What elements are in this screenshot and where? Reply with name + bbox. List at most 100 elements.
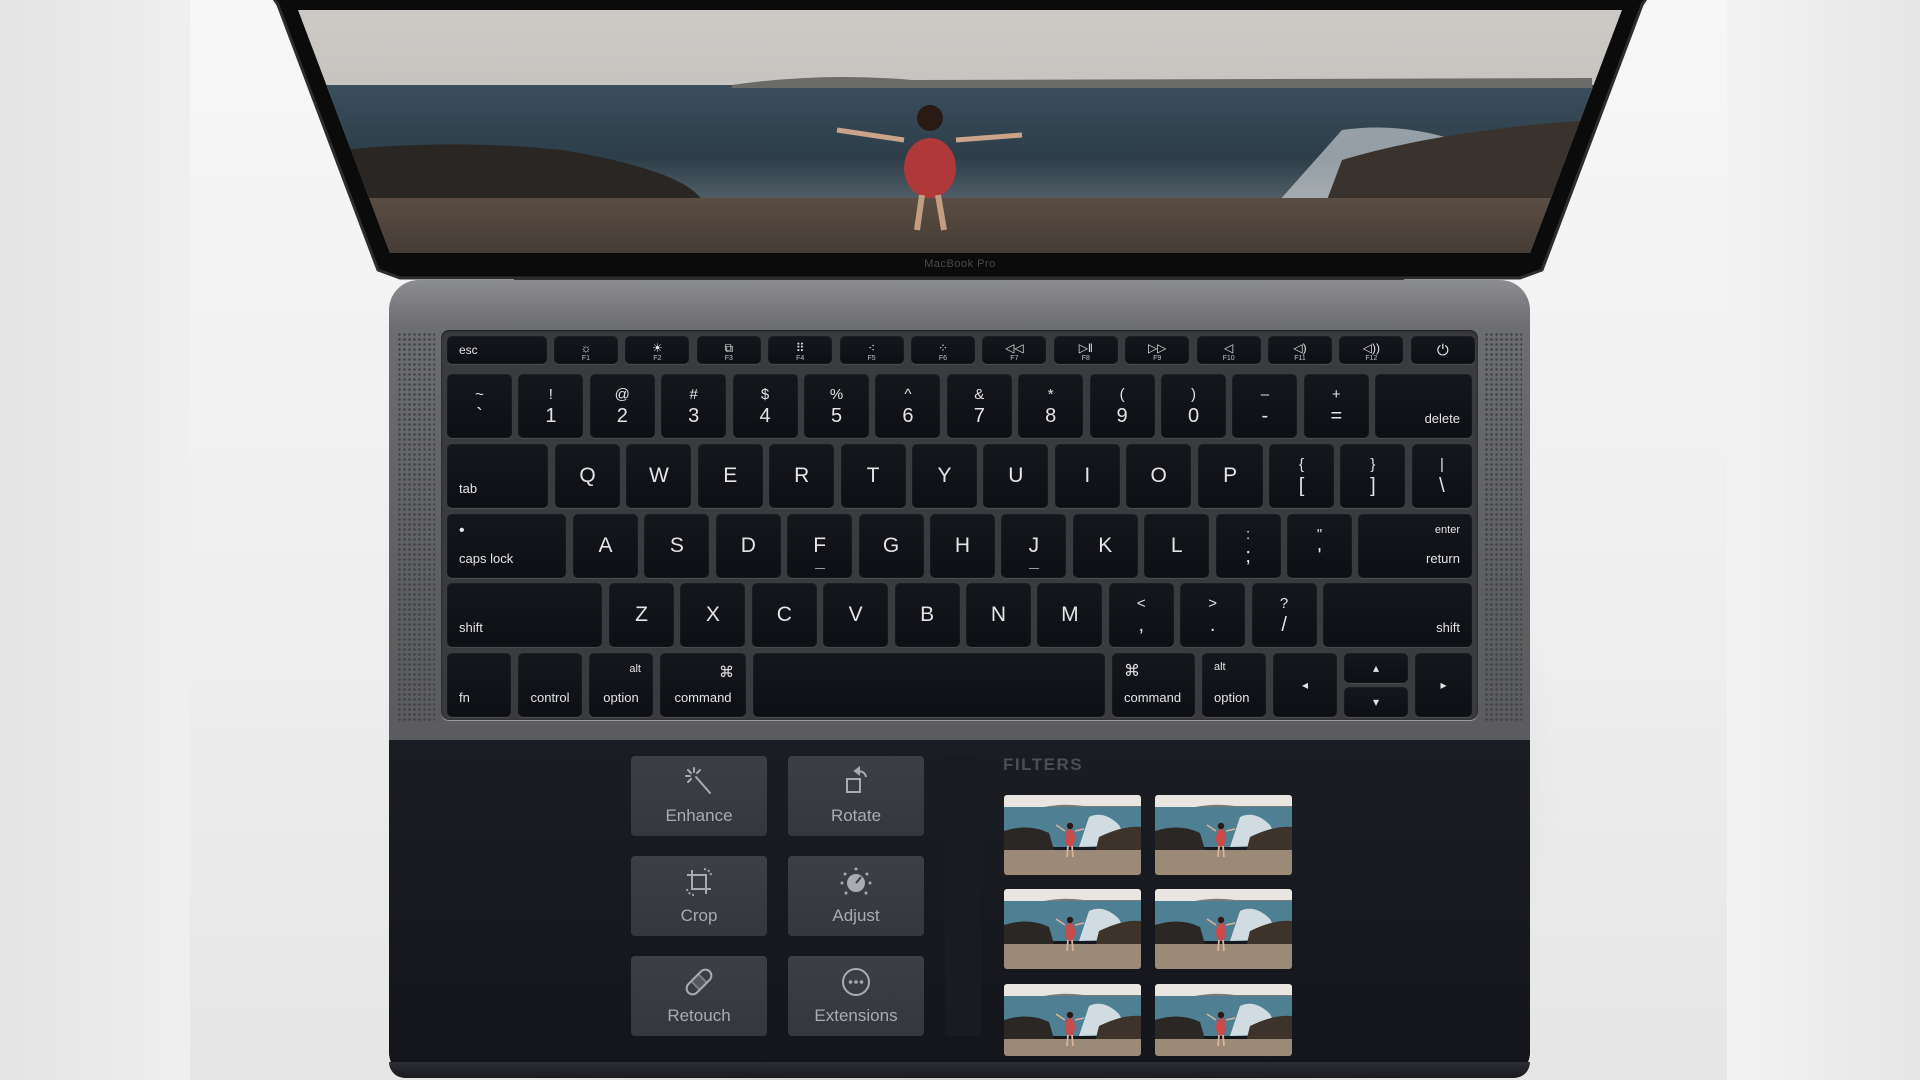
volume-down-key[interactable]: ◁) F11 bbox=[1268, 336, 1332, 364]
key-8[interactable]: * 8 bbox=[1018, 374, 1084, 438]
key-K[interactable]: K bbox=[1072, 514, 1138, 578]
key-X[interactable]: X bbox=[680, 583, 746, 647]
key-F[interactable]: F bbox=[787, 514, 853, 578]
fn-key[interactable]: fn bbox=[447, 653, 511, 717]
key-L[interactable]: L bbox=[1144, 514, 1210, 578]
key-/[interactable]: ? / bbox=[1251, 583, 1317, 647]
key-S[interactable]: S bbox=[644, 514, 710, 578]
tab-key[interactable]: tab bbox=[447, 444, 548, 508]
arrow-right-key[interactable]: ▸ bbox=[1415, 653, 1472, 717]
key-U[interactable]: U bbox=[983, 444, 1049, 508]
key-.[interactable]: >. bbox=[1180, 583, 1246, 647]
rewind-key[interactable]: ◁◁ F7 bbox=[982, 336, 1047, 364]
key-Y[interactable]: Y bbox=[912, 444, 977, 508]
key-7[interactable]: & 7 bbox=[946, 374, 1012, 438]
arrow-down-key[interactable]: ▾ bbox=[1344, 687, 1408, 717]
key-A[interactable]: A bbox=[573, 514, 638, 578]
brightness-up-key[interactable]: ☀ F2 bbox=[625, 336, 690, 364]
key-N[interactable]: N bbox=[966, 583, 1031, 647]
key-E[interactable]: E bbox=[697, 444, 763, 508]
key-V[interactable]: V bbox=[823, 583, 889, 647]
mute-key[interactable]: ◁ F10 bbox=[1196, 336, 1261, 364]
enhance-button[interactable]: Enhance bbox=[631, 756, 767, 836]
adjust-button[interactable]: Adjust bbox=[788, 856, 924, 936]
shift-left-key[interactable]: shift bbox=[447, 583, 602, 647]
key-;[interactable]: :; bbox=[1215, 514, 1281, 578]
power-key[interactable]: ⏻ bbox=[1410, 336, 1475, 364]
key-\[interactable]: | \ bbox=[1411, 444, 1472, 508]
command-right-key[interactable]: ⌘ command bbox=[1112, 653, 1195, 717]
arrow-left-key[interactable]: ◂ bbox=[1273, 653, 1337, 717]
key-Z[interactable]: Z bbox=[609, 583, 674, 647]
key-H[interactable]: H bbox=[930, 514, 995, 578]
key-4[interactable]: $4 bbox=[732, 374, 798, 438]
retouch-button[interactable]: Retouch bbox=[631, 956, 767, 1036]
magic-wand-icon bbox=[631, 766, 767, 798]
esc-key[interactable]: esc bbox=[447, 336, 547, 364]
option-right-key[interactable]: alt option bbox=[1202, 653, 1266, 717]
launchpad-key[interactable]: ⠿ F4 bbox=[768, 336, 833, 364]
mission-control-key[interactable]: ⧉ F3 bbox=[696, 336, 761, 364]
caps-lock-key[interactable]: • caps lock bbox=[447, 514, 566, 578]
key-B[interactable]: B bbox=[894, 583, 960, 647]
key-`[interactable]: ~ ` bbox=[447, 374, 512, 438]
command-left-key[interactable]: ⌘ command bbox=[660, 653, 746, 717]
key-6[interactable]: ^ 6 bbox=[875, 374, 941, 438]
rotate-button[interactable]: Rotate bbox=[788, 756, 924, 836]
key-legend: 9 bbox=[1116, 405, 1128, 427]
key-I[interactable]: I bbox=[1054, 444, 1120, 508]
key-T[interactable]: T bbox=[840, 444, 906, 508]
arrow-up-key[interactable]: ▴ bbox=[1344, 653, 1408, 683]
key-][interactable]: }] bbox=[1340, 444, 1406, 508]
control-key[interactable]: control bbox=[518, 653, 582, 717]
fkey-label: F4 bbox=[796, 355, 805, 362]
key-legend: \ bbox=[1439, 475, 1445, 497]
key-5[interactable]: % 5 bbox=[804, 374, 869, 438]
shift-right-key[interactable]: shift bbox=[1323, 583, 1472, 647]
filter-thumbnail[interactable] bbox=[1155, 984, 1292, 1056]
option-label: option bbox=[1214, 690, 1250, 705]
key-0[interactable]: ) 0 bbox=[1161, 374, 1226, 438]
key--[interactable]: – - bbox=[1232, 374, 1298, 438]
key-'[interactable]: " ' bbox=[1287, 514, 1352, 578]
key-=[interactable]: + = bbox=[1303, 374, 1369, 438]
crop-button[interactable]: Crop bbox=[631, 856, 767, 936]
option-left-key[interactable]: alt option bbox=[589, 653, 653, 717]
extensions-button[interactable]: Extensions bbox=[788, 956, 924, 1036]
keyboard-light-up-key[interactable]: ⁘ F6 bbox=[911, 336, 975, 364]
filter-thumbnail[interactable] bbox=[1155, 889, 1292, 969]
key-2[interactable]: @2 bbox=[589, 374, 655, 438]
filter-thumbnail[interactable] bbox=[1004, 984, 1141, 1056]
key-3[interactable]: #3 bbox=[661, 374, 727, 438]
key-shift-legend: : bbox=[1246, 526, 1251, 543]
key-1[interactable]: ! 1 bbox=[518, 374, 584, 438]
key-W[interactable]: W bbox=[626, 444, 692, 508]
key-R[interactable]: R bbox=[769, 444, 835, 508]
filter-thumbnail[interactable] bbox=[1155, 795, 1292, 875]
filter-thumbnail[interactable] bbox=[1004, 795, 1141, 875]
keyboard-light-down-key[interactable]: ⁖ F5 bbox=[839, 336, 904, 364]
filter-thumbnail[interactable] bbox=[1004, 889, 1141, 969]
key-Q[interactable]: Q bbox=[555, 444, 620, 508]
key-J[interactable]: J bbox=[1001, 514, 1067, 578]
command-symbol-icon: ⌘ bbox=[719, 664, 734, 681]
space-bar[interactable] bbox=[753, 653, 1105, 717]
key-G[interactable]: G bbox=[858, 514, 924, 578]
play-pause-key[interactable]: ▷‖ F8 bbox=[1053, 336, 1118, 364]
volume-up-key[interactable]: ◁)) F12 bbox=[1339, 336, 1404, 364]
key-M[interactable]: M bbox=[1037, 583, 1103, 647]
key-D[interactable]: D bbox=[715, 514, 781, 578]
key-legend: N bbox=[990, 603, 1007, 626]
key-[[interactable]: {[ bbox=[1269, 444, 1334, 508]
key-9[interactable]: (9 bbox=[1089, 374, 1155, 438]
key-O[interactable]: O bbox=[1126, 444, 1192, 508]
fast-forward-key[interactable]: ▷▷ F9 bbox=[1125, 336, 1190, 364]
key-P[interactable]: P bbox=[1197, 444, 1263, 508]
filters-heading: FILTERS bbox=[1003, 755, 1084, 774]
key-,[interactable]: <, bbox=[1108, 583, 1174, 647]
key-C[interactable]: C bbox=[751, 583, 817, 647]
delete-key[interactable]: delete bbox=[1375, 374, 1472, 438]
brightness-down-key[interactable]: ☼ F1 bbox=[554, 336, 618, 364]
return-key[interactable]: enter return bbox=[1358, 514, 1472, 578]
key-legend: Y bbox=[937, 464, 952, 487]
